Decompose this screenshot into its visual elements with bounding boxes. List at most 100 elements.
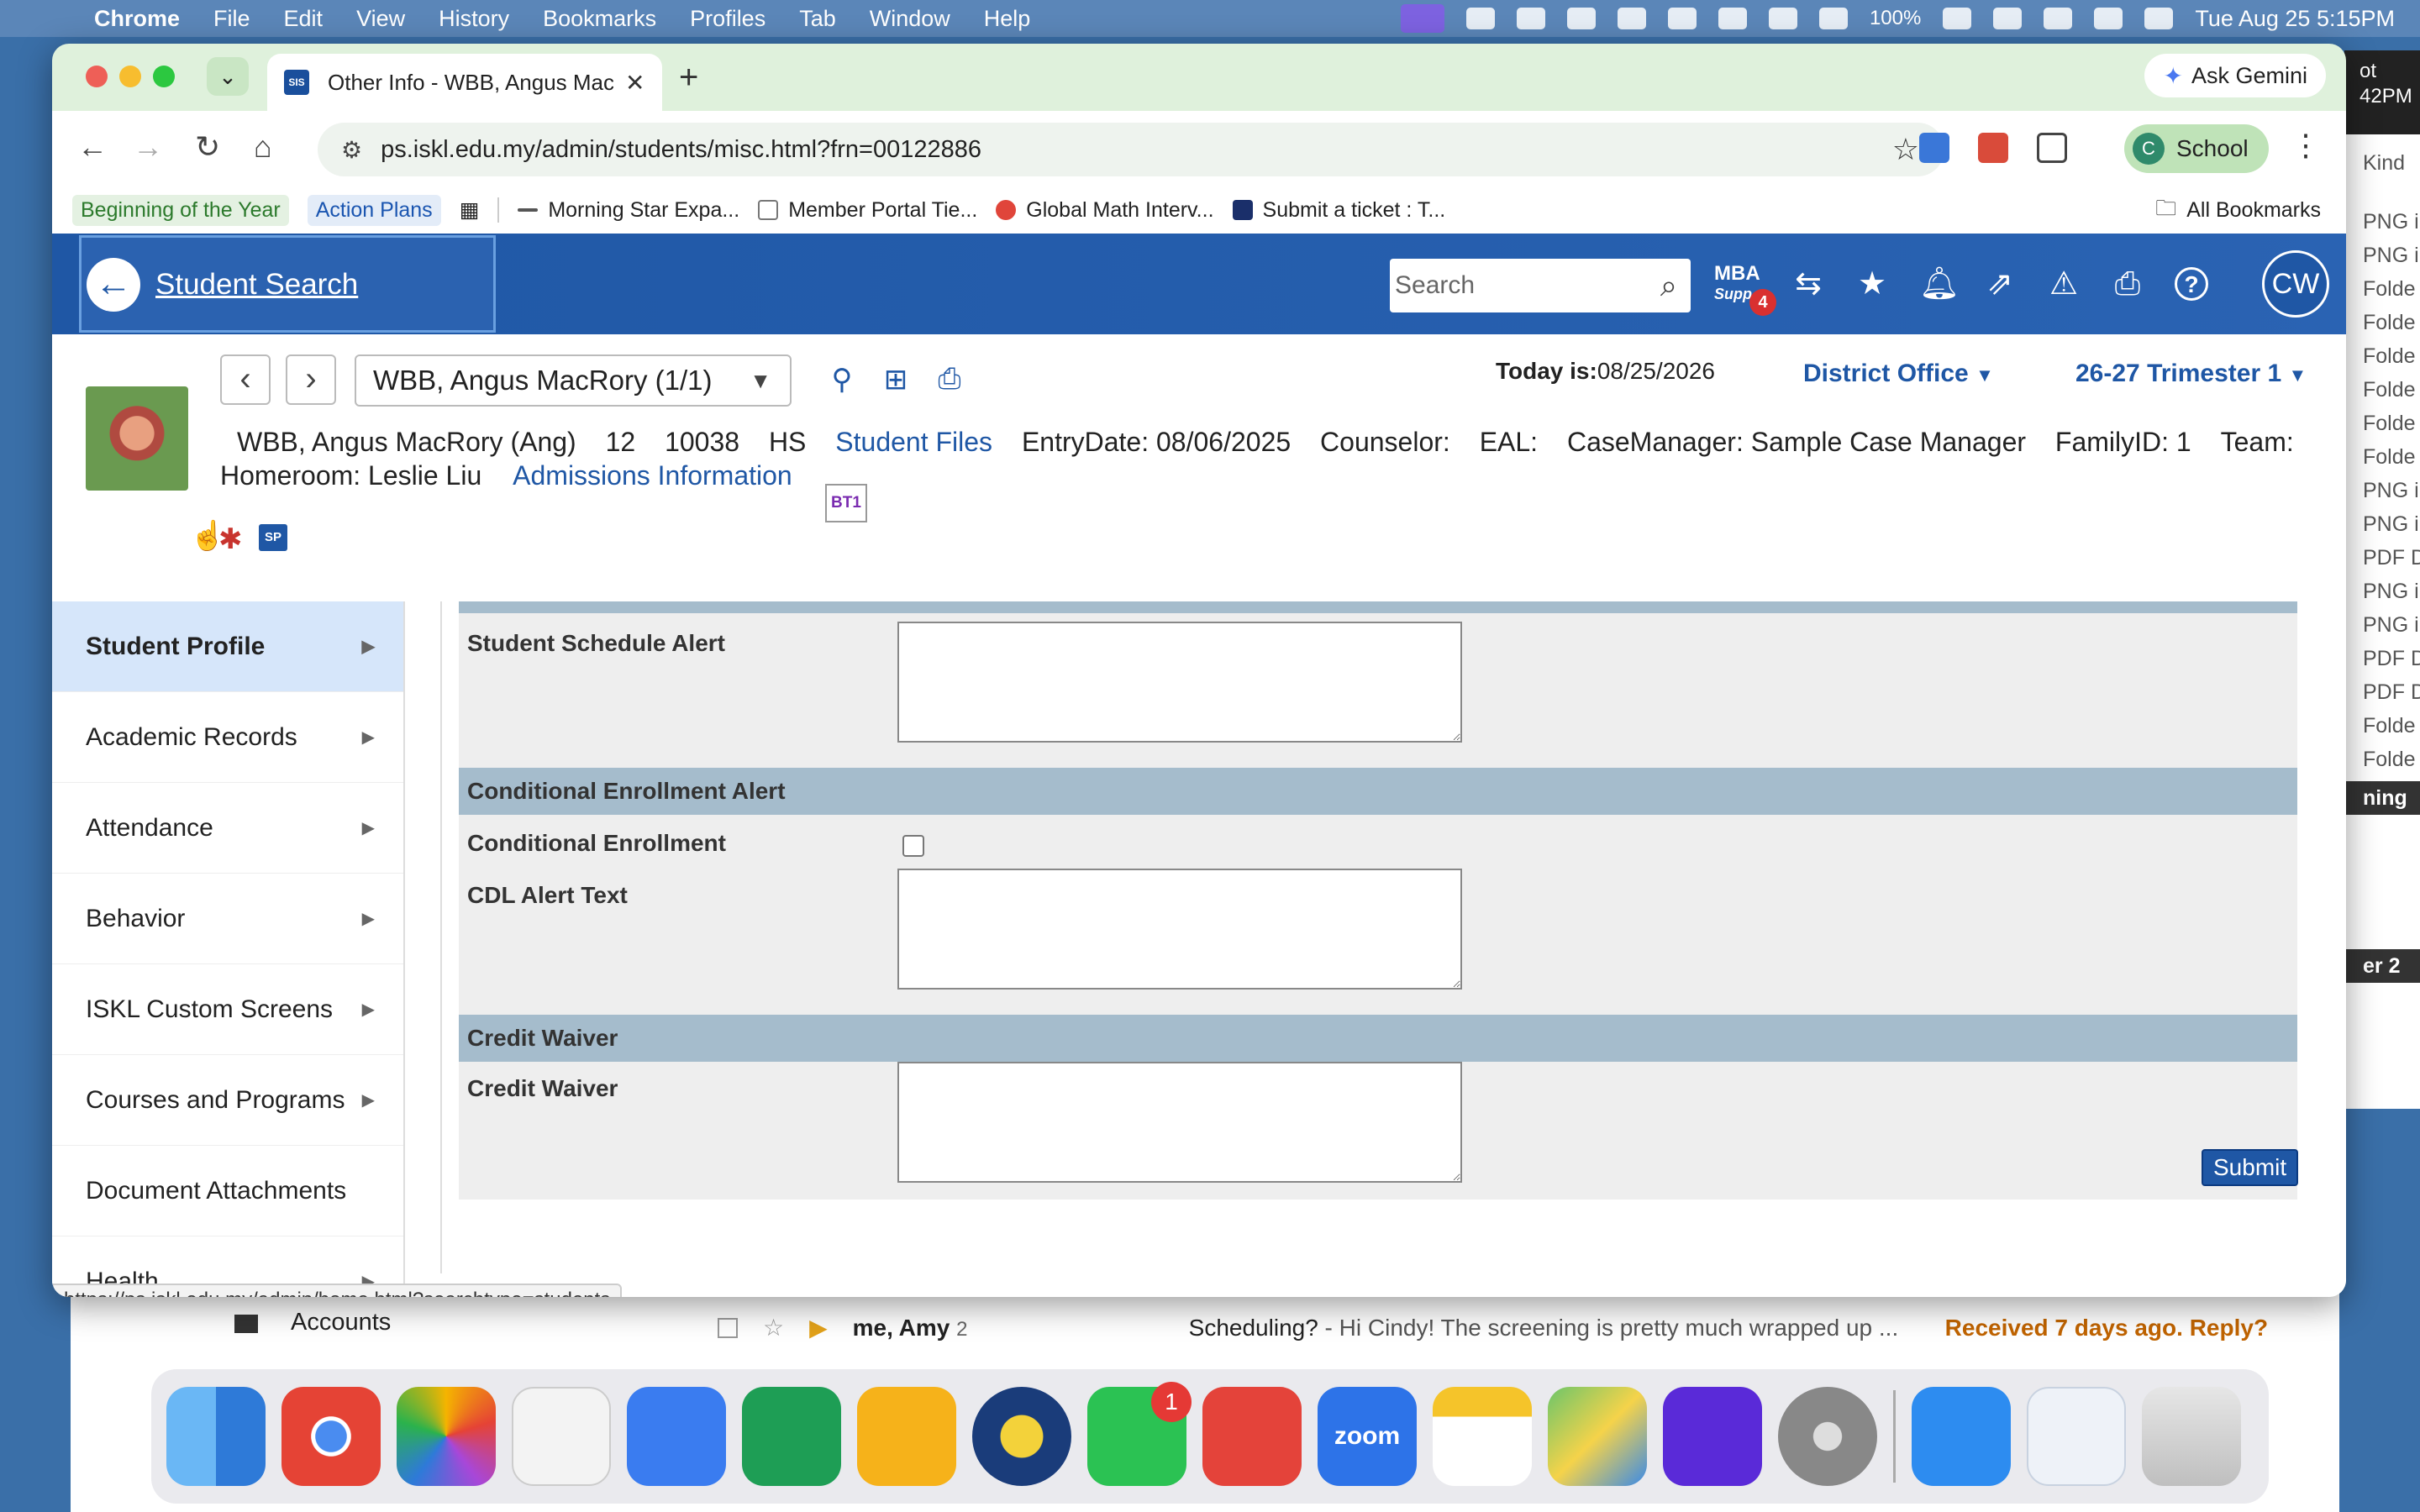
siri-icon[interactable] xyxy=(2144,8,2174,29)
battery-percent[interactable]: 100% xyxy=(1870,7,1921,30)
student-select[interactable]: WBB, Angus MacRory (1/1) ▼ xyxy=(355,354,792,407)
all-bookmarks-button[interactable]: 🗀 All Bookmarks xyxy=(2155,186,2321,234)
bookmark-global-math[interactable]: Global Math Interv... xyxy=(996,198,1214,223)
pinwheel-icon[interactable] xyxy=(1465,8,1495,29)
menu-tab[interactable]: Tab xyxy=(799,6,836,32)
notes-icon[interactable] xyxy=(1433,1387,1532,1486)
back-icon[interactable]: ← xyxy=(77,129,108,165)
nav-item-document-attachments[interactable]: Document Attachments xyxy=(52,1146,403,1236)
chrome-menu-icon[interactable]: ⋮ xyxy=(2291,128,2321,163)
whatsapp-icon[interactable]: 1 xyxy=(1087,1382,1192,1486)
maps-icon[interactable] xyxy=(1548,1387,1647,1486)
ask-gemini-button[interactable]: ✦ Ask Gemini xyxy=(2144,54,2326,97)
photos-icon[interactable] xyxy=(397,1387,496,1486)
reload-icon[interactable]: ↻ xyxy=(195,129,220,165)
hierarchy-icon[interactable]: ⊞ xyxy=(879,363,913,400)
menu-profiles[interactable]: Profiles xyxy=(690,6,765,32)
menu-help[interactable]: Help xyxy=(984,6,1031,32)
site-info-icon[interactable]: ⚙ xyxy=(341,136,362,164)
address-bar[interactable]: ⚙ ps.iskl.edu.my/admin/students/misc.htm… xyxy=(318,123,1944,176)
extensions-puzzle-icon[interactable] xyxy=(2037,133,2067,163)
zoom-window-button[interactable] xyxy=(153,66,175,87)
extension-upload-icon[interactable] xyxy=(1919,133,1949,163)
keynote-chart-icon[interactable] xyxy=(512,1387,611,1486)
admissions-info-link[interactable]: Admissions Information xyxy=(513,460,792,491)
finder-icon[interactable] xyxy=(166,1387,266,1486)
student-files-link[interactable]: Student Files xyxy=(835,427,992,457)
next-student-button[interactable]: › xyxy=(286,354,336,405)
grammarly-icon[interactable] xyxy=(1516,8,1545,29)
close-tab-icon[interactable]: ✕ xyxy=(625,69,644,97)
map-pin-icon[interactable]: ⚲ xyxy=(825,363,859,400)
student-search-label[interactable]: Student Search xyxy=(155,268,358,302)
student-schedule-alert-textarea[interactable] xyxy=(897,622,1462,743)
important-icon[interactable]: ▶ xyxy=(809,1314,828,1341)
term-select[interactable]: 26-27 Trimester 1 ▼ xyxy=(2075,360,2307,388)
pdf-document-icon[interactable] xyxy=(2027,1387,2126,1486)
battery-icon[interactable] xyxy=(1943,8,1972,29)
zoom-status-icon[interactable] xyxy=(1566,8,1596,29)
notification-bell-icon[interactable]: 🔔︎ xyxy=(1919,267,1960,301)
extension-red-icon[interactable] xyxy=(1978,133,2008,163)
conditional-enrollment-checkbox[interactable] xyxy=(902,835,924,857)
google-sheets-icon[interactable] xyxy=(742,1387,841,1486)
new-tab-icon[interactable]: + xyxy=(679,59,698,97)
control-center-icon[interactable] xyxy=(2094,8,2123,29)
menu-bookmarks[interactable]: Bookmarks xyxy=(543,6,656,32)
profile-button[interactable]: C School xyxy=(2124,124,2269,173)
external-link-icon[interactable]: ⇗ xyxy=(1983,267,2017,301)
menu-file[interactable]: File xyxy=(213,6,250,32)
iskl-school-icon[interactable] xyxy=(972,1387,1071,1486)
menu-edit[interactable]: Edit xyxy=(284,6,324,32)
nav-item-student-profile[interactable]: Student Profile ▶ xyxy=(52,601,403,692)
bookmark-star-icon[interactable]: ☆ xyxy=(1892,132,1919,167)
zoom-icon[interactable]: zoom xyxy=(1318,1387,1417,1486)
search-icon[interactable]: ⌕ xyxy=(1660,268,1677,304)
app-store-icon[interactable] xyxy=(1912,1387,2011,1486)
google-slides-icon[interactable] xyxy=(857,1387,956,1486)
print-icon[interactable]: ⎙ xyxy=(2111,267,2144,301)
sp-badge[interactable]: SP xyxy=(259,524,287,551)
minimize-window-button[interactable] xyxy=(119,66,141,87)
cdl-alert-textarea[interactable] xyxy=(897,869,1462,990)
favorites-star-icon[interactable]: ★ xyxy=(1855,267,1889,301)
bluetooth-icon[interactable] xyxy=(1818,8,1848,29)
bookmark-submit-ticket[interactable]: Submit a ticket : T... xyxy=(1232,198,1445,223)
bookmark-morning-star[interactable]: Morning Star Expa... xyxy=(518,198,739,223)
switch-arrows-icon[interactable]: ⇆ xyxy=(1791,267,1825,301)
chrome-icon[interactable] xyxy=(281,1387,381,1486)
mba-support-icon[interactable]: MBA Supp 4 xyxy=(1714,264,1776,316)
star-icon[interactable]: ☆ xyxy=(763,1314,784,1341)
tab-active[interactable]: SIS Other Info - WBB, Angus Mac ✕ xyxy=(267,54,662,111)
previous-student-button[interactable]: ‹ xyxy=(220,354,271,405)
window-icon[interactable] xyxy=(1718,8,1747,29)
nav-item-iskl-custom-screens[interactable]: ISKL Custom Screens ▶ xyxy=(52,964,403,1055)
email-row[interactable]: ☆ ▶ me, Amy 2 Scheduling? - Hi Cindy! Th… xyxy=(617,1294,2297,1361)
bookmark-beginning-of-year[interactable]: Beginning of the Year xyxy=(72,194,289,226)
alert-triangle-icon[interactable]: ⚠ xyxy=(2047,267,2081,301)
todoist-icon[interactable] xyxy=(1202,1387,1302,1486)
credit-waiver-textarea[interactable] xyxy=(897,1062,1462,1183)
user-avatar[interactable]: CW xyxy=(2262,250,2329,318)
apps-grid-icon[interactable]: ▦ xyxy=(460,197,480,223)
ps-search-box[interactable]: Search ⌕ xyxy=(1390,259,1691,312)
menu-history[interactable]: History xyxy=(439,6,509,32)
bookmark-action-plans[interactable]: Action Plans xyxy=(307,194,441,226)
volume-icon[interactable] xyxy=(1768,8,1797,29)
submit-button[interactable]: Submit xyxy=(2202,1149,2299,1186)
stack-icon[interactable] xyxy=(1667,8,1697,29)
menu-clock[interactable]: Tue Aug 25 5:15PM xyxy=(2195,6,2395,32)
ps-search-input[interactable]: Search xyxy=(1395,271,1660,300)
menu-window[interactable]: Window xyxy=(870,6,950,32)
nav-item-behavior[interactable]: Behavior ▶ xyxy=(52,874,403,964)
nav-item-academic-records[interactable]: Academic Records ▶ xyxy=(52,692,403,783)
menu-app-name[interactable]: Chrome xyxy=(94,6,180,32)
tab-search-chevron-icon[interactable]: ⌄ xyxy=(207,57,249,96)
url-text[interactable]: ps.iskl.edu.my/admin/students/misc.html?… xyxy=(381,136,981,164)
nav-item-courses-and-programs[interactable]: Courses and Programs ▶ xyxy=(52,1055,403,1146)
menu-view[interactable]: View xyxy=(356,6,405,32)
nav-item-attendance[interactable]: Attendance ▶ xyxy=(52,783,403,874)
bookmark-member-portal[interactable]: Member Portal Tie... xyxy=(758,198,977,223)
system-settings-icon[interactable] xyxy=(1778,1387,1877,1486)
forward-icon[interactable]: → xyxy=(133,129,163,165)
